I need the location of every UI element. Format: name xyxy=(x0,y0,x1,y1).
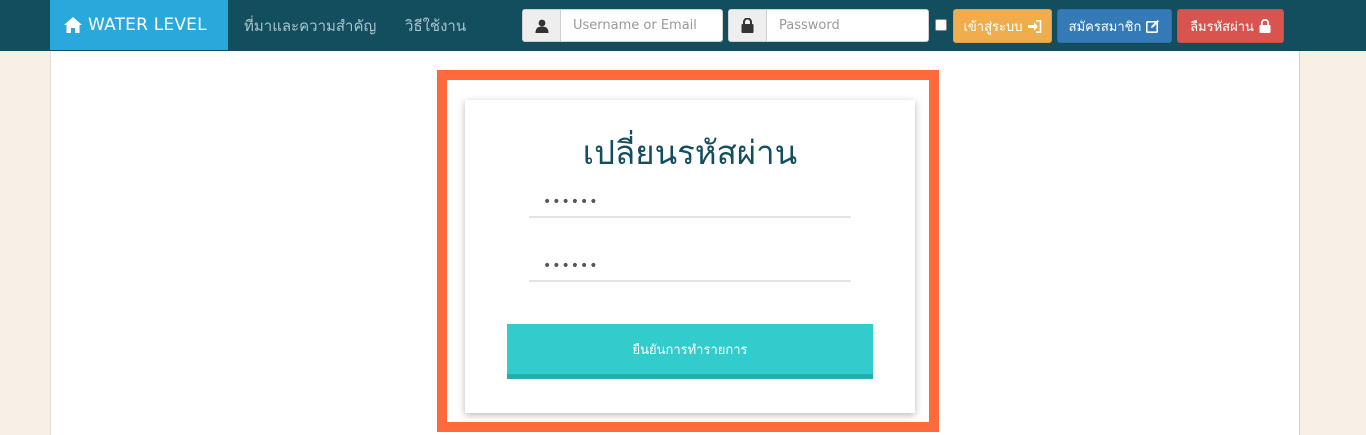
login-button[interactable]: เข้าสู่ระบบ xyxy=(953,9,1052,43)
lock-icon xyxy=(729,10,767,41)
new-password-field[interactable]: •••••• xyxy=(529,188,851,218)
nav-link-howto[interactable]: วิธีใช้งาน xyxy=(405,14,466,38)
sign-in-icon xyxy=(1027,19,1041,33)
edit-icon xyxy=(1146,20,1160,33)
forgot-password-button[interactable]: ลืมรหัสผ่าน xyxy=(1177,9,1284,43)
login-label: เข้าสู่ระบบ xyxy=(963,19,1023,35)
home-icon xyxy=(64,17,82,33)
username-input[interactable] xyxy=(561,10,722,41)
confirm-button[interactable]: ยืนยันการทำรายการ xyxy=(507,324,873,379)
scrollbar-track[interactable] xyxy=(1349,51,1366,435)
user-icon xyxy=(523,10,561,41)
form-title: เปลี่ยนรหัสผ่าน xyxy=(582,133,798,172)
brand-label: WATER LEVEL xyxy=(88,15,207,35)
forgot-label: ลืมรหัสผ่าน xyxy=(1190,19,1254,35)
register-button[interactable]: สมัครสมาชิก xyxy=(1057,9,1172,43)
register-label: สมัครสมาชิก xyxy=(1068,19,1142,35)
password-input[interactable] xyxy=(767,10,928,41)
nav-link-background[interactable]: ที่มาและความสำคัญ xyxy=(244,14,376,38)
remember-checkbox[interactable] xyxy=(935,19,947,31)
password-group xyxy=(728,9,929,42)
brand-link[interactable]: WATER LEVEL xyxy=(50,0,228,50)
top-navbar: WATER LEVEL ที่มาและความสำคัญ วิธีใช้งาน… xyxy=(0,0,1366,51)
confirm-password-field[interactable]: •••••• xyxy=(529,252,851,282)
lock-icon xyxy=(1259,19,1271,33)
username-group xyxy=(522,9,723,42)
